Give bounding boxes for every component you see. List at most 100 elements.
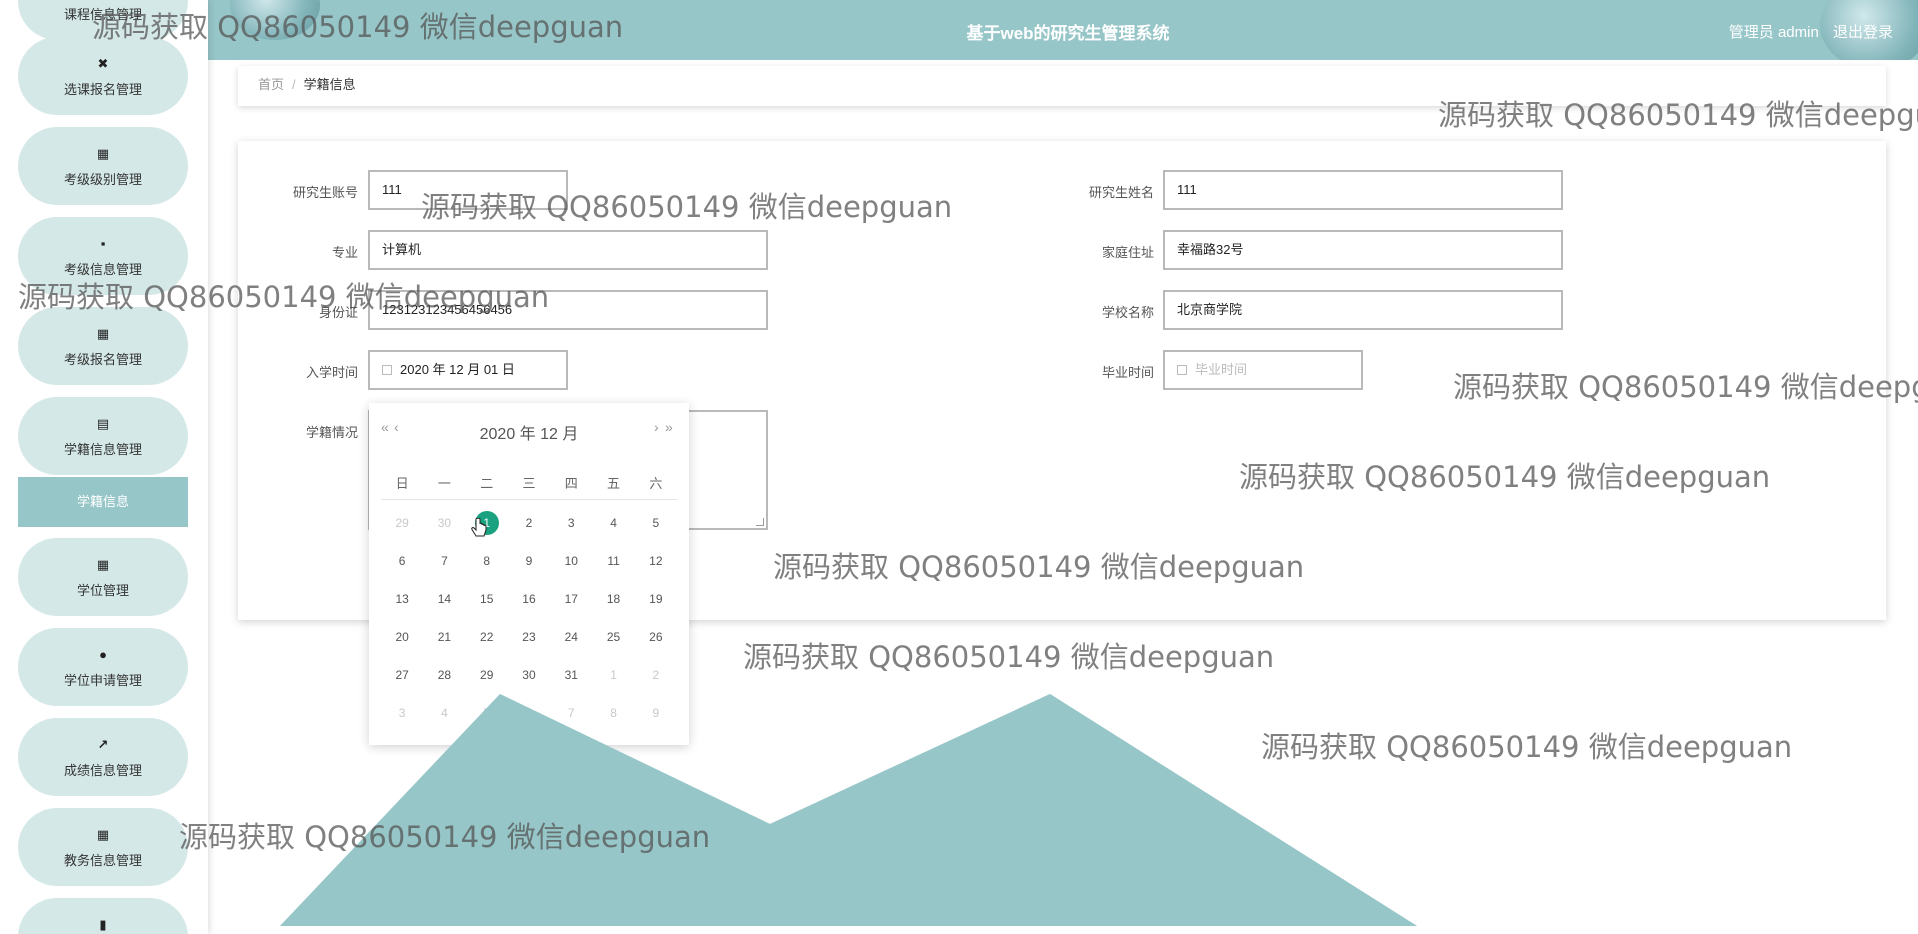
date-cell[interactable]: 14: [423, 580, 465, 618]
sidebar-item-statistics[interactable]: ▮: [18, 898, 188, 934]
date-cell[interactable]: 15: [466, 580, 508, 618]
name-field[interactable]: 111: [1163, 170, 1563, 210]
line-chart-icon: ↗: [97, 737, 109, 752]
sidebar-item-label: 考级报名管理: [63, 352, 142, 367]
bar-chart-icon: ▮: [99, 917, 107, 932]
date-number: 21: [437, 630, 452, 644]
date-number: 15: [480, 592, 494, 606]
grad-date-placeholder: 毕业时间: [1195, 362, 1248, 377]
date-cell[interactable]: 18: [592, 580, 634, 618]
enroll-date-field[interactable]: 2020 年 12 月 01 日: [368, 350, 568, 390]
date-cell-other-month[interactable]: 30: [423, 504, 465, 542]
date-cell[interactable]: 3: [550, 504, 592, 542]
date-cell[interactable]: 11: [592, 542, 634, 580]
date-cell[interactable]: 6: [381, 542, 423, 580]
date-cell[interactable]: 30: [508, 656, 550, 694]
sidebar-item-degree[interactable]: ▦ 学位管理: [18, 538, 188, 616]
sidebar-item-level-info[interactable]: ▪ 考级信息管理: [18, 217, 188, 295]
date-cell[interactable]: 12: [635, 542, 677, 580]
sidebar-item-course-signup[interactable]: ✖ 选课报名管理: [18, 37, 188, 115]
grid-icon: ▦: [96, 827, 110, 842]
weekday: 一: [437, 476, 451, 491]
date-cell[interactable]: 4: [592, 504, 634, 542]
resize-grip[interactable]: [756, 518, 764, 526]
date-number: 29: [480, 668, 494, 682]
sidebar-item-course-info[interactable]: 🗋 课程信息管理: [18, 0, 188, 40]
date-cell-other-month[interactable]: 29: [381, 504, 423, 542]
grid-icon: ▦: [96, 557, 110, 572]
next-year-button[interactable]: »: [665, 419, 674, 435]
date-cell[interactable]: 8: [466, 542, 508, 580]
address-label: 家庭住址: [1101, 245, 1154, 260]
date-cell[interactable]: 26: [635, 618, 677, 656]
school-field[interactable]: 北京商学院: [1163, 290, 1563, 330]
weekday: 五: [607, 476, 621, 491]
date-number: 3: [567, 516, 575, 530]
calendar-x-icon: ✖: [97, 56, 109, 71]
date-number: 6: [398, 554, 406, 568]
weekday: 六: [649, 476, 663, 491]
date-cell[interactable]: 21: [423, 618, 465, 656]
school-label: 学校名称: [1101, 305, 1154, 320]
sidebar-item-label: 成绩信息管理: [63, 763, 142, 778]
date-number: 28: [437, 668, 452, 682]
sidebar-item-level-signup[interactable]: ▦ 考级报名管理: [18, 307, 188, 385]
address-field[interactable]: 幸福路32号: [1163, 230, 1563, 270]
logout-link[interactable]: 退出登录: [1833, 24, 1893, 41]
date-cell[interactable]: 13: [381, 580, 423, 618]
date-picker-title: 2020 年 12 月: [479, 426, 579, 443]
date-cell[interactable]: 17: [550, 580, 592, 618]
date-number: 7: [441, 554, 448, 568]
date-cell-other-month[interactable]: 1: [592, 656, 634, 694]
breadcrumb-home[interactable]: 首页: [258, 77, 284, 92]
status-label: 学籍情况: [305, 425, 358, 440]
date-number: 2: [652, 668, 660, 682]
id-card-field[interactable]: 123123123456456456: [368, 290, 768, 330]
account-field[interactable]: 111: [368, 170, 568, 210]
weekday: 二: [480, 476, 494, 491]
comment-icon: ▪: [100, 236, 106, 251]
date-number: 30: [437, 516, 452, 530]
sidebar-item-academic-affairs[interactable]: ▦ 教务信息管理: [18, 808, 188, 886]
date-cell[interactable]: 25: [592, 618, 634, 656]
date-cell-other-month[interactable]: 2: [635, 656, 677, 694]
date-cell[interactable]: 5: [635, 504, 677, 542]
sidebar-subitem-student-status-info[interactable]: 学籍信息: [18, 477, 188, 527]
sidebar-item-level-type[interactable]: ▦ 考级级别管理: [18, 127, 188, 205]
date-cell[interactable]: 31: [550, 656, 592, 694]
date-number: 22: [480, 630, 494, 644]
sidebar-item-student-status[interactable]: ▤ 学籍信息管理: [18, 397, 188, 475]
grad-date-field[interactable]: 毕业时间: [1163, 350, 1363, 390]
breadcrumb: 首页 / 学籍信息: [238, 66, 1886, 106]
top-header: 基于web的研究生管理系统 管理员 admin 退出登录: [0, 0, 1918, 60]
next-month-button[interactable]: ›: [654, 419, 660, 435]
user-icon: ●: [99, 647, 107, 662]
date-cell[interactable]: 29: [466, 656, 508, 694]
date-cell[interactable]: 22: [466, 618, 508, 656]
date-number: 11: [607, 554, 620, 568]
sidebar-item-degree-apply[interactable]: ● 学位申请管理: [18, 628, 188, 706]
sidebar-item-grades[interactable]: ↗ 成绩信息管理: [18, 718, 188, 796]
date-cell[interactable]: 23: [508, 618, 550, 656]
date-cell[interactable]: 20: [381, 618, 423, 656]
date-number: 5: [652, 516, 660, 530]
date-number: 14: [437, 592, 452, 606]
date-cell[interactable]: 16: [508, 580, 550, 618]
calendar-icon: [1177, 365, 1187, 375]
user-area: 管理员 admin 退出登录: [1719, 21, 1893, 42]
date-cell[interactable]: 19: [635, 580, 677, 618]
date-cell[interactable]: 7: [423, 542, 465, 580]
date-cell[interactable]: 27: [381, 656, 423, 694]
date-cell[interactable]: 2: [508, 504, 550, 542]
date-number: 25: [606, 630, 621, 644]
date-cell[interactable]: 28: [423, 656, 465, 694]
date-cell[interactable]: 10: [550, 542, 592, 580]
major-field[interactable]: 计算机: [368, 230, 768, 270]
mountain-decoration: [280, 694, 1417, 926]
date-number: 26: [649, 630, 663, 644]
weekday: 四: [564, 476, 578, 491]
date-number: 31: [564, 668, 578, 682]
date-cell[interactable]: 24: [550, 618, 592, 656]
hand-cursor-icon: [471, 518, 487, 537]
date-cell[interactable]: 9: [508, 542, 550, 580]
